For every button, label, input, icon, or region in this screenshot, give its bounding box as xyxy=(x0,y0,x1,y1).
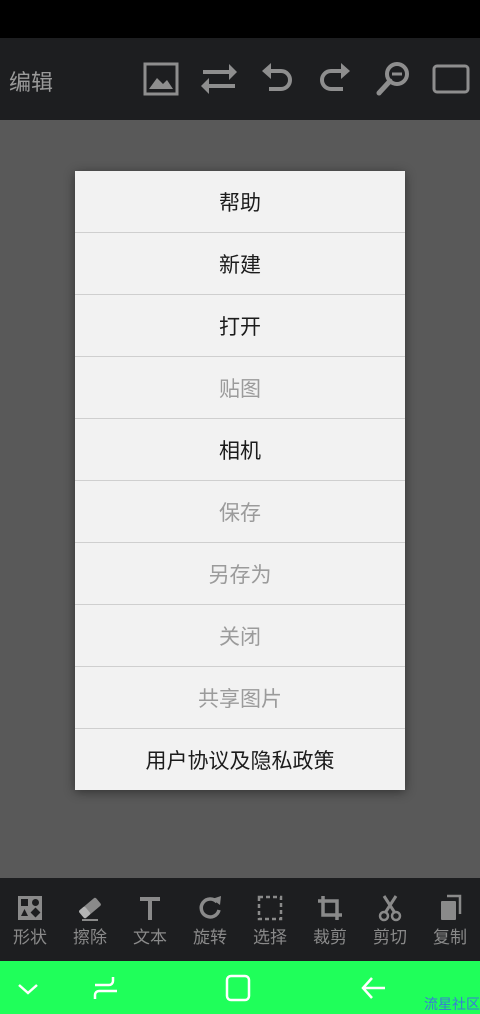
shapes-icon xyxy=(18,896,42,920)
undo-icon xyxy=(262,63,292,91)
shapes-tool-button[interactable]: 形状 xyxy=(0,878,60,961)
back-icon xyxy=(361,977,385,999)
menu-item-save[interactable]: 保存 xyxy=(75,480,405,542)
swap-button[interactable] xyxy=(198,58,240,100)
recent-apps-button[interactable] xyxy=(88,971,124,1005)
zoom-icon xyxy=(376,62,409,96)
menu-item-save-as[interactable]: 另存为 xyxy=(75,542,405,604)
fullscreen-button[interactable] xyxy=(430,58,472,100)
top-toolbar: 编辑 xyxy=(0,38,480,120)
swap-icon xyxy=(201,64,237,94)
select-tool-label: 选择 xyxy=(253,928,287,948)
menu-item-paste-image[interactable]: 贴图 xyxy=(75,356,405,418)
status-bar xyxy=(0,0,480,38)
scissors-icon xyxy=(378,895,402,922)
file-menu: 帮助 新建 打开 贴图 相机 保存 另存为 关闭 共享图片 用户协议及隐私政策 xyxy=(75,171,405,790)
recent-apps-icon xyxy=(93,977,117,999)
cut-tool-label: 剪切 xyxy=(373,928,407,948)
copy-icon xyxy=(441,894,462,920)
menu-item-share-image[interactable]: 共享图片 xyxy=(75,666,405,728)
text-icon xyxy=(140,897,160,920)
copy-tool-button[interactable]: 复制 xyxy=(420,878,480,961)
select-tool-button[interactable]: 选择 xyxy=(240,878,300,961)
rotate-icon xyxy=(199,896,221,919)
select-icon xyxy=(257,895,283,921)
menu-item-privacy-policy[interactable]: 用户协议及隐私政策 xyxy=(75,728,405,790)
text-tool-label: 文本 xyxy=(133,928,167,948)
menu-item-new[interactable]: 新建 xyxy=(75,232,405,294)
collapse-icon xyxy=(18,984,38,995)
collapse-nav-button[interactable] xyxy=(10,971,46,1005)
home-icon xyxy=(225,974,251,1002)
fullscreen-icon xyxy=(432,64,470,94)
watermark: 流星社区 xyxy=(424,997,480,1013)
eraser-tool-label: 擦除 xyxy=(73,928,107,948)
insert-image-button[interactable] xyxy=(140,58,182,100)
menu-item-camera[interactable]: 相机 xyxy=(75,418,405,480)
system-nav-bar: 流星社区 xyxy=(0,961,480,1014)
crop-tool-label: 裁剪 xyxy=(313,928,347,948)
shapes-tool-label: 形状 xyxy=(13,928,47,948)
zoom-button[interactable] xyxy=(372,58,414,100)
home-button[interactable] xyxy=(220,971,256,1005)
rotate-tool-button[interactable]: 旋转 xyxy=(180,878,240,961)
page-title: 编辑 xyxy=(9,71,54,96)
redo-button[interactable] xyxy=(314,58,356,100)
eraser-tool-button[interactable]: 擦除 xyxy=(60,878,120,961)
menu-item-close[interactable]: 关闭 xyxy=(75,604,405,666)
rotate-tool-label: 旋转 xyxy=(193,928,227,948)
menu-item-open[interactable]: 打开 xyxy=(75,294,405,356)
menu-item-help[interactable]: 帮助 xyxy=(75,171,405,232)
bottom-toolbar: 形状 擦除 文本 旋转 选择 裁剪 剪切 复制 xyxy=(0,878,480,961)
crop-icon xyxy=(318,896,342,920)
eraser-icon xyxy=(79,897,101,921)
copy-tool-label: 复制 xyxy=(433,928,467,948)
image-icon xyxy=(143,62,179,96)
crop-tool-button[interactable]: 裁剪 xyxy=(300,878,360,961)
back-button[interactable] xyxy=(355,971,391,1005)
undo-button[interactable] xyxy=(256,58,298,100)
text-tool-button[interactable]: 文本 xyxy=(120,878,180,961)
redo-icon xyxy=(320,63,350,91)
cut-tool-button[interactable]: 剪切 xyxy=(360,878,420,961)
